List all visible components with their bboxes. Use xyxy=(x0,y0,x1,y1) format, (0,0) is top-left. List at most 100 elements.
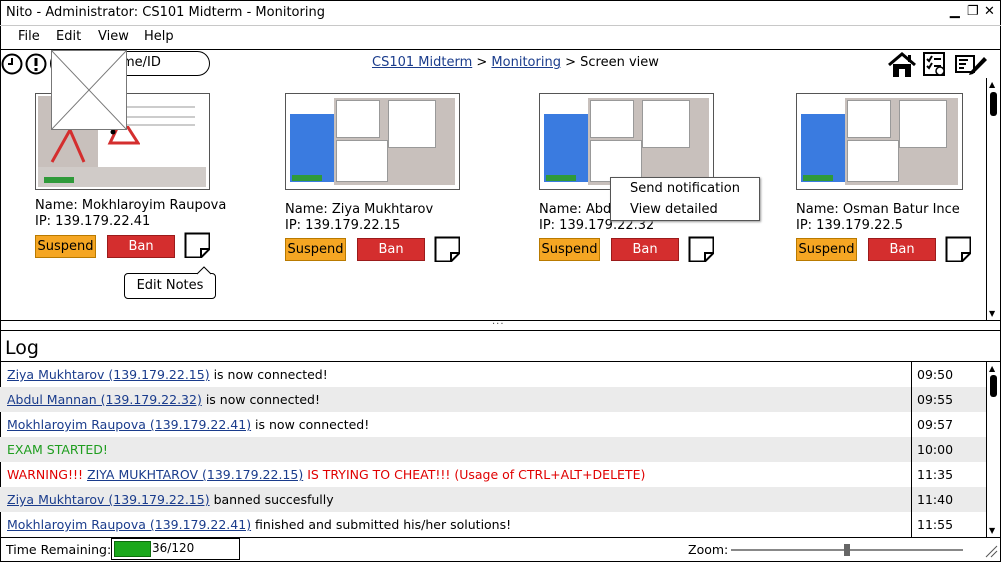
progress-fill xyxy=(114,541,151,557)
student-screen-thumbnail[interactable] xyxy=(285,93,460,190)
log-row: WARNING!!! ZIYA MUKHTAROV (139.179.22.15… xyxy=(0,462,986,487)
log-row: EXAM STARTED! 10:00 xyxy=(0,437,986,462)
log-student-link[interactable]: Ziya Mukhtarov (139.179.22.15) xyxy=(7,492,210,507)
edit-icon[interactable] xyxy=(954,52,988,76)
search-placeholder: me/ID xyxy=(122,55,161,70)
suspend-button[interactable]: Suspend xyxy=(285,238,346,261)
warning-icon xyxy=(50,126,140,163)
log-time: 09:57 xyxy=(917,417,954,432)
context-menu: Send notification View detailed xyxy=(610,177,760,221)
notes-icon[interactable] xyxy=(434,236,460,262)
zoom-label: Zoom: xyxy=(688,542,729,557)
log-text: is now connected! xyxy=(201,392,321,407)
image-placeholder xyxy=(51,50,127,130)
edit-notes-tooltip: Edit Notes xyxy=(124,273,216,299)
log-text: finished and submitted his/her solutions… xyxy=(251,517,512,532)
breadcrumb: CS101 Midterm > Monitoring > Screen view xyxy=(372,55,659,70)
menu-help[interactable]: Help xyxy=(144,29,174,44)
log-time: 09:55 xyxy=(917,392,954,407)
breadcrumb-monitoring-link[interactable]: Monitoring xyxy=(491,55,561,70)
student-screen-thumbnail[interactable] xyxy=(539,93,714,190)
ban-button[interactable]: Ban xyxy=(357,238,425,261)
student-ip: IP: 139.179.22.15 xyxy=(285,218,401,233)
suspend-button[interactable]: Suspend xyxy=(35,235,96,258)
menu-edit[interactable]: Edit xyxy=(56,29,81,44)
scroll-up-icon[interactable]: ▲ xyxy=(989,364,995,373)
notes-icon[interactable] xyxy=(184,232,210,258)
log-row: Mokhlaroyim Raupova (139.179.22.41) is n… xyxy=(0,412,986,437)
student-ip: IP: 139.179.22.5 xyxy=(796,218,904,233)
log-text: is now connected! xyxy=(251,417,370,432)
divider-handle-icon[interactable]: ... xyxy=(492,316,505,327)
log-title: Log xyxy=(5,337,39,359)
close-icon[interactable]: ✕ xyxy=(984,4,995,19)
breadcrumb-current: Screen view xyxy=(580,55,659,70)
notes-icon[interactable] xyxy=(945,236,971,262)
screens-scrollbar[interactable]: ▲ ▼ xyxy=(986,78,1000,320)
scroll-down-icon[interactable]: ▼ xyxy=(989,309,995,318)
scrollbar-thumb[interactable] xyxy=(990,375,997,397)
home-icon[interactable] xyxy=(887,52,917,78)
breadcrumb-separator: > xyxy=(476,55,488,70)
log-text-exam-started: EXAM STARTED! xyxy=(7,442,108,457)
log-row: Ziya Mukhtarov (139.179.22.15) banned su… xyxy=(0,487,986,512)
window-title: Nito - Administrator: CS101 Midterm - Mo… xyxy=(6,5,325,20)
clock-icon[interactable] xyxy=(1,53,23,75)
scrollbar-thumb[interactable] xyxy=(990,92,997,116)
student-name: Name: Mokhlaroyim Raupova xyxy=(35,198,227,213)
checklist-icon[interactable] xyxy=(922,51,948,77)
alert-icon[interactable] xyxy=(25,53,47,75)
log-row: Mokhlaroyim Raupova (139.179.22.41) fini… xyxy=(0,512,986,537)
ban-button[interactable]: Ban xyxy=(611,238,679,261)
log-warning-prefix: WARNING!!! xyxy=(7,467,87,482)
log-time: 11:40 xyxy=(917,492,954,507)
menu-bar: File Edit View Help xyxy=(0,26,1001,50)
panel-divider[interactable]: ... xyxy=(0,316,1001,331)
student-name: Name: Ziya Mukhtarov xyxy=(285,202,434,217)
log-time: 11:55 xyxy=(917,517,954,532)
time-remaining-label: Time Remaining: xyxy=(6,542,112,557)
resize-grip-icon[interactable] xyxy=(984,544,998,558)
menu-item-send-notification[interactable]: Send notification xyxy=(630,181,740,196)
title-bar: Nito - Administrator: CS101 Midterm - Mo… xyxy=(0,0,1001,26)
log-student-link[interactable]: Mokhlaroyim Raupova (139.179.22.41) xyxy=(7,417,251,432)
suspend-button[interactable]: Suspend xyxy=(796,238,857,261)
ban-button[interactable]: Ban xyxy=(868,238,936,261)
menu-view[interactable]: View xyxy=(98,29,129,44)
log-student-link[interactable]: ZIYA MUKHTAROV (139.179.22.15) xyxy=(87,467,303,482)
log-student-link[interactable]: Mokhlaroyim Raupova (139.179.22.41) xyxy=(7,517,251,532)
suspend-button[interactable]: Suspend xyxy=(539,238,600,261)
notes-icon[interactable] xyxy=(688,236,714,262)
log-scrollbar[interactable]: ▲ ▼ xyxy=(986,362,1000,537)
toolbar: me/ID CS101 Midterm > Monitoring > Scree… xyxy=(0,50,1001,78)
student-name: Name: Osman Batur Ince xyxy=(796,202,960,217)
log-student-link[interactable]: Ziya Mukhtarov (139.179.22.15) xyxy=(7,367,210,382)
ban-button[interactable]: Ban xyxy=(107,235,175,258)
log-time: 11:35 xyxy=(917,467,954,482)
scroll-down-icon[interactable]: ▼ xyxy=(989,526,995,535)
tooltip-pointer xyxy=(196,266,212,275)
zoom-slider-thumb[interactable] xyxy=(844,544,850,556)
maximize-icon[interactable]: ❐ xyxy=(967,4,979,19)
log-row: Ziya Mukhtarov (139.179.22.15) is now co… xyxy=(0,362,986,387)
log-text: banned succesfully xyxy=(209,492,334,507)
menu-item-view-detailed[interactable]: View detailed xyxy=(630,202,718,217)
log-time: 10:00 xyxy=(917,442,954,457)
log-row: Abdul Mannan (139.179.22.32) is now conn… xyxy=(0,387,986,412)
log-student-link[interactable]: Abdul Mannan (139.179.22.32) xyxy=(7,392,202,407)
window-controls: ▁ ❐ ✕ xyxy=(950,4,995,19)
breadcrumb-course-link[interactable]: CS101 Midterm xyxy=(372,55,472,70)
log-text: IS TRYING TO CHEAT!!! (Usage of CTRL+ALT… xyxy=(303,467,646,482)
log-text: is now connected! xyxy=(209,367,328,382)
time-remaining-value: 36/120 xyxy=(152,541,195,555)
student-screen-thumbnail[interactable] xyxy=(796,93,963,190)
breadcrumb-separator: > xyxy=(565,55,576,70)
log-time-column-divider xyxy=(911,361,912,538)
student-ip: IP: 139.179.22.41 xyxy=(35,214,151,229)
menu-file[interactable]: File xyxy=(18,29,40,44)
scroll-up-icon[interactable]: ▲ xyxy=(989,80,995,89)
log-time: 09:50 xyxy=(917,367,954,382)
log-table: Ziya Mukhtarov (139.179.22.15) is now co… xyxy=(0,361,1001,538)
minimize-icon[interactable]: ▁ xyxy=(950,4,961,19)
time-remaining-progress: 36/120 xyxy=(111,538,240,560)
